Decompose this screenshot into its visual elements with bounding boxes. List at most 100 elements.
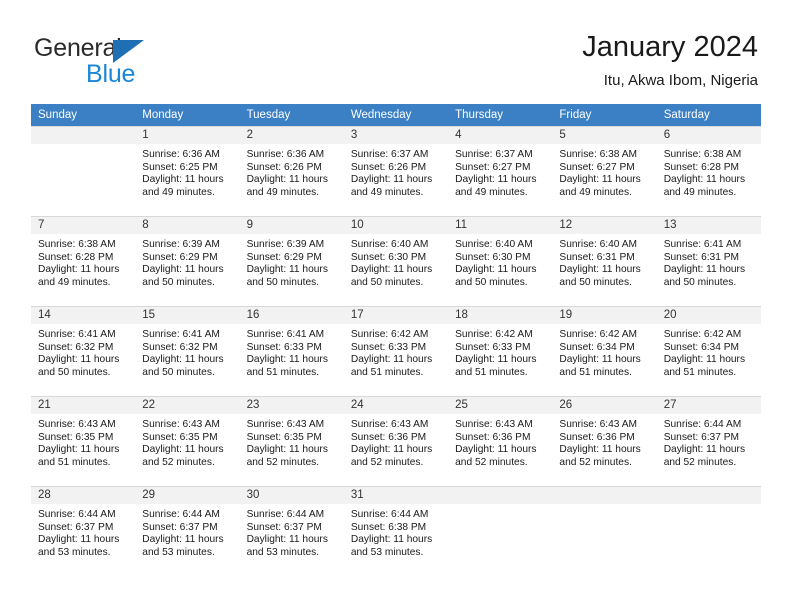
calendar-day-30[interactable]: 30 Sunrise: 6:44 AM Sunset: 6:37 PM Dayligh… (239, 486, 344, 576)
sunrise-text: Sunrise: 6:43 AM (559, 419, 637, 430)
sunset-text: Sunset: 6:26 PM (350, 161, 427, 173)
calendar-day-28[interactable]: 28 Sunrise: 6:44 AM Sunset: 6:37 PM Dayligh… (31, 486, 136, 576)
calendar-cell: 27 Sunrise: 6:44 AM Sunset: 6:37 PM Dayligh… (656, 396, 761, 486)
sunrise-text: Sunrise: 6:44 AM (142, 509, 220, 520)
calendar-day-19[interactable]: 19 Sunrise: 6:42 AM Sunset: 6:34 PM Dayligh… (552, 306, 657, 396)
calendar-cell: 18 Sunrise: 6:42 AM Sunset: 6:33 PM Dayligh… (448, 306, 553, 396)
calendar-day-14[interactable]: 14 Sunrise: 6:41 AM Sunset: 6:32 PM Dayligh… (31, 306, 136, 396)
daylight-text-line1: Daylight: 11 hours (350, 174, 433, 186)
daylight-text-line1: Daylight: 11 hours (142, 174, 224, 186)
calendar-day-empty (552, 486, 657, 576)
daylight-text-line2: and 53 minutes. (246, 546, 320, 558)
daylight-text-line1: Daylight: 11 hours (246, 444, 328, 456)
calendar-day-1[interactable]: 1 Sunrise: 6:36 AM Sunset: 6:25 PM Daylight… (135, 126, 240, 216)
calendar-day-6[interactable]: 6 Sunrise: 6:38 AM Sunset: 6:28 PM Daylight… (656, 126, 761, 216)
day-details: Sunrise: 6:41 AM Sunset: 6:32 PM Daylight:… (135, 324, 239, 379)
sunset-text: Sunset: 6:32 PM (142, 341, 218, 353)
daylight-text-line2: and 50 minutes. (142, 276, 215, 288)
daylight-text-line2: and 51 minutes. (559, 366, 632, 378)
daylight-text-line2: and 49 minutes. (663, 186, 737, 198)
day-number: 20 (656, 307, 761, 324)
day-number: 28 (31, 487, 136, 504)
day-number (656, 487, 761, 504)
logo-general-blue[interactable]: General Blue (34, 34, 254, 90)
sunset-text: Sunset: 6:29 PM (246, 251, 322, 263)
day-number: 3 (343, 127, 449, 144)
sunrise-text: Sunrise: 6:44 AM (350, 509, 429, 520)
calendar-day-29[interactable]: 29 Sunrise: 6:44 AM Sunset: 6:37 PM Dayligh… (135, 486, 240, 576)
day-details: Sunrise: 6:43 AM Sunset: 6:35 PM Daylight:… (135, 414, 239, 469)
page-header: General Blue January 2024 Itu, Akwa Ibom… (0, 0, 792, 100)
daylight-text-line1: Daylight: 11 hours (38, 264, 120, 276)
daylight-text-line2: and 52 minutes. (350, 456, 424, 468)
calendar-day-23[interactable]: 23 Sunrise: 6:43 AM Sunset: 6:35 PM Dayligh… (239, 396, 344, 486)
calendar-day-10[interactable]: 10 Sunrise: 6:40 AM Sunset: 6:30 PM Dayligh… (343, 216, 449, 306)
daylight-text-line2: and 53 minutes. (38, 546, 111, 558)
daylight-text-line1: Daylight: 11 hours (246, 534, 328, 546)
day-details: Sunrise: 6:43 AM Sunset: 6:35 PM Daylight:… (240, 414, 344, 469)
day-details: Sunrise: 6:38 AM Sunset: 6:28 PM Daylight:… (657, 144, 761, 199)
calendar-cell: 10 Sunrise: 6:40 AM Sunset: 6:30 PM Dayligh… (343, 216, 449, 306)
day-details: Sunrise: 6:37 AM Sunset: 6:26 PM Daylight:… (344, 144, 448, 199)
day-number: 21 (31, 397, 136, 414)
calendar-week-row: 21 Sunrise: 6:43 AM Sunset: 6:35 PM Dayligh… (31, 396, 761, 486)
day-number: 5 (552, 127, 657, 144)
calendar-day-26[interactable]: 26 Sunrise: 6:43 AM Sunset: 6:36 PM Dayligh… (552, 396, 657, 486)
sunrise-text: Sunrise: 6:41 AM (246, 329, 325, 340)
calendar-day-13[interactable]: 13 Sunrise: 6:41 AM Sunset: 6:31 PM Dayligh… (656, 216, 761, 306)
day-number: 17 (343, 307, 449, 324)
sunrise-text: Sunrise: 6:40 AM (350, 239, 429, 250)
calendar-day-20[interactable]: 20 Sunrise: 6:42 AM Sunset: 6:34 PM Dayligh… (656, 306, 761, 396)
logo-text-general: General (34, 34, 122, 62)
weekday-header-saturday: Saturday (656, 104, 761, 126)
day-details: Sunrise: 6:40 AM Sunset: 6:30 PM Daylight:… (448, 234, 552, 289)
calendar-day-8[interactable]: 8 Sunrise: 6:39 AM Sunset: 6:29 PM Daylight… (135, 216, 240, 306)
calendar-day-12[interactable]: 12 Sunrise: 6:40 AM Sunset: 6:31 PM Dayligh… (552, 216, 657, 306)
daylight-text-line2: and 52 minutes. (142, 456, 215, 468)
calendar-day-27[interactable]: 27 Sunrise: 6:44 AM Sunset: 6:37 PM Dayligh… (656, 396, 761, 486)
sunset-text: Sunset: 6:34 PM (663, 341, 740, 353)
day-details: Sunrise: 6:44 AM Sunset: 6:37 PM Daylight:… (240, 504, 344, 559)
calendar-day-17[interactable]: 17 Sunrise: 6:42 AM Sunset: 6:33 PM Dayligh… (343, 306, 449, 396)
sunset-text: Sunset: 6:34 PM (559, 341, 635, 353)
day-details: Sunrise: 6:43 AM Sunset: 6:36 PM Daylight:… (552, 414, 656, 469)
calendar-day-2[interactable]: 2 Sunrise: 6:36 AM Sunset: 6:26 PM Daylight… (239, 126, 344, 216)
calendar-day-4[interactable]: 4 Sunrise: 6:37 AM Sunset: 6:27 PM Daylight… (448, 126, 553, 216)
calendar-day-31[interactable]: 31 Sunrise: 6:44 AM Sunset: 6:38 PM Dayligh… (343, 486, 449, 576)
sunset-text: Sunset: 6:30 PM (350, 251, 427, 263)
calendar-day-9[interactable]: 9 Sunrise: 6:39 AM Sunset: 6:29 PM Daylight… (239, 216, 344, 306)
calendar-day-11[interactable]: 11 Sunrise: 6:40 AM Sunset: 6:30 PM Dayligh… (448, 216, 553, 306)
calendar-day-7[interactable]: 7 Sunrise: 6:38 AM Sunset: 6:28 PM Daylight… (31, 216, 136, 306)
day-number: 27 (656, 397, 761, 414)
day-details: Sunrise: 6:43 AM Sunset: 6:36 PM Daylight:… (448, 414, 552, 469)
calendar-day-5[interactable]: 5 Sunrise: 6:38 AM Sunset: 6:27 PM Daylight… (552, 126, 657, 216)
calendar-day-3[interactable]: 3 Sunrise: 6:37 AM Sunset: 6:26 PM Daylight… (343, 126, 449, 216)
day-details: Sunrise: 6:41 AM Sunset: 6:32 PM Daylight:… (31, 324, 135, 379)
sunset-text: Sunset: 6:37 PM (663, 431, 740, 443)
calendar-day-15[interactable]: 15 Sunrise: 6:41 AM Sunset: 6:32 PM Dayligh… (135, 306, 240, 396)
daylight-text-line2: and 50 minutes. (559, 276, 632, 288)
sunrise-text: Sunrise: 6:43 AM (455, 419, 533, 430)
daylight-text-line1: Daylight: 11 hours (350, 264, 433, 276)
daylight-text-line2: and 50 minutes. (246, 276, 320, 288)
daylight-text-line2: and 49 minutes. (38, 276, 111, 288)
calendar-day-24[interactable]: 24 Sunrise: 6:43 AM Sunset: 6:36 PM Dayligh… (343, 396, 449, 486)
daylight-text-line2: and 49 minutes. (455, 186, 528, 198)
sunrise-text: Sunrise: 6:42 AM (663, 329, 742, 340)
daylight-text-line1: Daylight: 11 hours (246, 264, 328, 276)
calendar-day-18[interactable]: 18 Sunrise: 6:42 AM Sunset: 6:33 PM Dayligh… (448, 306, 553, 396)
sunset-text: Sunset: 6:31 PM (663, 251, 740, 263)
calendar-day-16[interactable]: 16 Sunrise: 6:41 AM Sunset: 6:33 PM Dayligh… (239, 306, 344, 396)
calendar-cell: 12 Sunrise: 6:40 AM Sunset: 6:31 PM Dayligh… (552, 216, 657, 306)
daylight-text-line1: Daylight: 11 hours (455, 444, 537, 456)
calendar-week-row: 28 Sunrise: 6:44 AM Sunset: 6:37 PM Dayligh… (31, 486, 761, 576)
day-number: 4 (448, 127, 553, 144)
calendar-day-25[interactable]: 25 Sunrise: 6:43 AM Sunset: 6:36 PM Dayligh… (448, 396, 553, 486)
calendar-day-22[interactable]: 22 Sunrise: 6:43 AM Sunset: 6:35 PM Dayligh… (135, 396, 240, 486)
calendar-cell: 13 Sunrise: 6:41 AM Sunset: 6:31 PM Dayligh… (656, 216, 761, 306)
calendar-day-21[interactable]: 21 Sunrise: 6:43 AM Sunset: 6:35 PM Dayligh… (31, 396, 136, 486)
sunset-text: Sunset: 6:37 PM (38, 521, 114, 533)
calendar-cell: 19 Sunrise: 6:42 AM Sunset: 6:34 PM Dayligh… (552, 306, 657, 396)
day-number: 25 (448, 397, 553, 414)
day-details: Sunrise: 6:41 AM Sunset: 6:31 PM Daylight:… (657, 234, 761, 289)
